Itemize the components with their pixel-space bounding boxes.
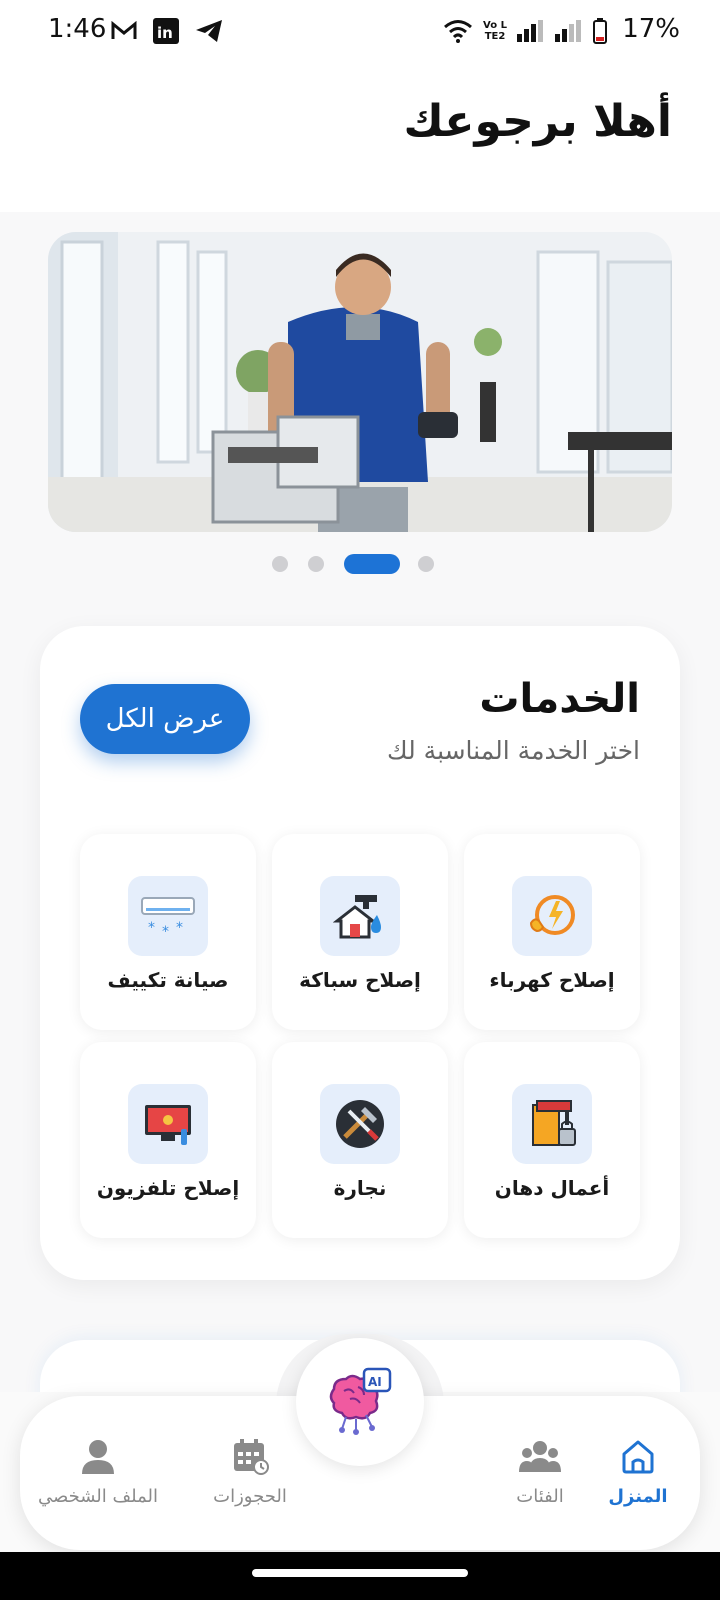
svg-text:*: * [176, 920, 183, 936]
status-bar: 1:46 in Vo LTE2 17% [0, 0, 720, 64]
svg-text:*: * [148, 920, 155, 936]
linkedin-icon: in [152, 18, 180, 44]
service-label: إصلاح تلفزيون [96, 1176, 240, 1200]
service-label: إصلاح سباكة [299, 968, 421, 992]
carousel-dot[interactable] [308, 556, 324, 572]
view-all-button[interactable]: عرض الكل [80, 684, 250, 754]
carousel-indicator [0, 554, 720, 576]
tv-repair-icon [128, 1084, 208, 1164]
header: أهلا برجوعك [0, 64, 720, 212]
volte-label: Vo LTE2 [483, 20, 507, 42]
svg-text:in: in [157, 24, 173, 42]
gmail-icon [110, 18, 138, 44]
services-section: الخدمات اختر الخدمة المناسبة لك عرض الكل… [40, 626, 680, 1280]
service-label: إصلاح كهرباء [489, 968, 615, 992]
battery-icon [592, 18, 608, 44]
service-tile-painting[interactable]: أعمال دهان [464, 1042, 640, 1238]
electric-repair-icon [512, 876, 592, 956]
service-label: نجارة [333, 1176, 387, 1200]
signal-icon [516, 18, 544, 44]
painting-icon [512, 1084, 592, 1164]
carousel-dot[interactable] [272, 556, 288, 572]
carousel-dot[interactable] [418, 556, 434, 572]
promo-banner[interactable] [48, 232, 672, 532]
volte-icon: Vo LTE2 [480, 18, 510, 44]
nav-label: المنزل [608, 1486, 668, 1507]
telegram-icon [194, 18, 224, 44]
service-tile-carpentry[interactable]: نجارة [272, 1042, 448, 1238]
carpentry-icon [320, 1084, 400, 1164]
service-tile-ac[interactable]: * * * صيانة تكييف [80, 834, 256, 1030]
ac-maintenance-icon: * * * [128, 876, 208, 956]
home-icon [622, 1440, 654, 1474]
nav-item-profile[interactable]: الملف الشخصي [30, 1436, 166, 1507]
services-title: الخدمات [479, 676, 640, 722]
wifi-icon [442, 18, 474, 44]
page-title: أهلا برجوعك [403, 96, 672, 147]
home-gesture-bar[interactable] [252, 1569, 468, 1577]
ai-badge: AI [368, 1375, 382, 1389]
ai-brain-icon: AI [329, 1367, 392, 1435]
battery-percent: 17% [622, 14, 680, 44]
ai-assistant-button[interactable]: AI [296, 1338, 424, 1466]
technician-with-toolbox-photo [48, 232, 672, 532]
services-subtitle: اختر الخدمة المناسبة لك [387, 736, 640, 765]
status-time: 1:46 [48, 14, 107, 44]
signal-icon-2 [554, 18, 582, 44]
plumbing-repair-icon [320, 876, 400, 956]
calendar-icon [234, 1439, 269, 1475]
nav-label: الفئات [516, 1486, 564, 1507]
service-label: أعمال دهان [494, 1176, 610, 1200]
nav-item-categories[interactable]: الفئات [500, 1436, 580, 1507]
service-tile-electric[interactable]: إصلاح كهرباء [464, 834, 640, 1030]
svg-text:*: * [162, 924, 169, 938]
nav-label: الملف الشخصي [38, 1486, 158, 1507]
service-tile-tv[interactable]: إصلاح تلفزيون [80, 1042, 256, 1238]
service-label: صيانة تكييف [107, 968, 229, 992]
nav-item-bookings[interactable]: الحجوزات [190, 1436, 310, 1507]
carousel-dot-active[interactable] [344, 554, 400, 574]
nav-item-home[interactable]: المنزل [588, 1436, 688, 1507]
categories-icon [519, 1441, 561, 1472]
service-tile-plumbing[interactable]: إصلاح سباكة [272, 834, 448, 1030]
nav-label: الحجوزات [213, 1486, 287, 1507]
profile-icon [82, 1440, 114, 1474]
